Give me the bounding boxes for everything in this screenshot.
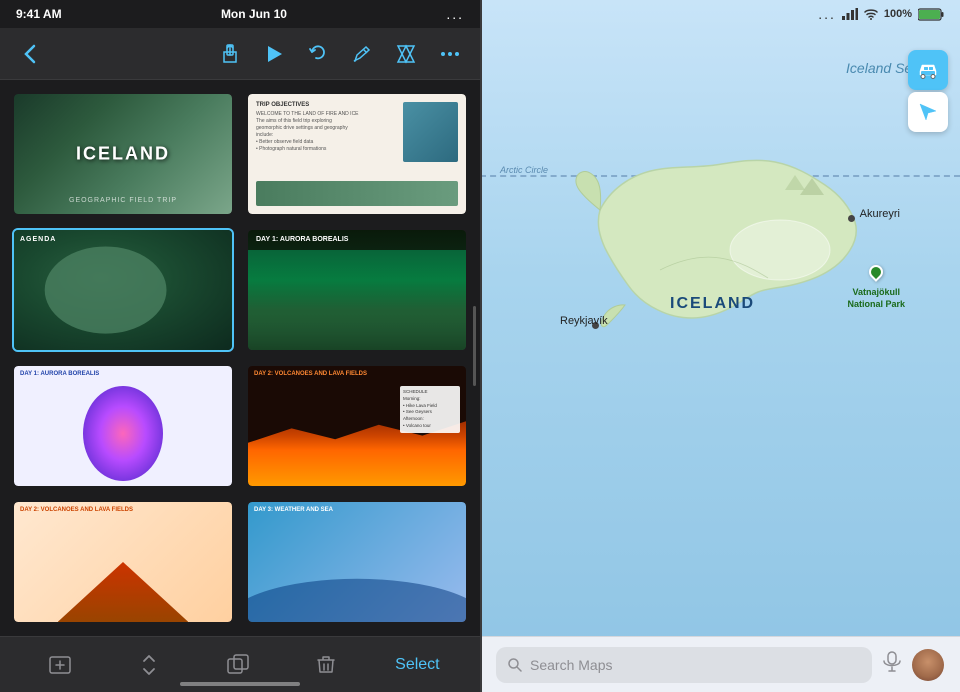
slide-3-map: AGENDA <box>14 230 232 350</box>
slide-item-1[interactable]: ICELAND GEOGRAPHIC FIELD TRIP 1 <box>12 92 234 216</box>
car-icon <box>917 61 939 79</box>
slide-8-wave <box>248 550 466 622</box>
mic-button[interactable] <box>882 651 902 679</box>
car-mode-button[interactable] <box>908 50 948 90</box>
slide-2-body: WELCOME TO THE LAND OF FIRE AND ICE The … <box>256 111 399 153</box>
signal-icon <box>842 8 858 20</box>
slide-item-2[interactable]: TRIP OBJECTIVES WELCOME TO THE LAND OF F… <box>246 92 468 216</box>
avatar-face <box>912 649 944 681</box>
slide-6-title: DAY 2: VOLCANOES AND LAVA FIELDS <box>254 371 367 377</box>
status-bar-right: ... 100% <box>480 0 960 28</box>
map-controls <box>908 50 948 132</box>
location-button[interactable] <box>908 92 948 132</box>
slide-item-4[interactable]: DAY 1: AURORA BOREALIS 4 <box>246 228 468 352</box>
back-button[interactable] <box>12 36 48 72</box>
maps-panel: ... 100% Arctic Circle Iceland Sea ICELA… <box>480 0 960 692</box>
iceland-landmass <box>540 130 900 350</box>
shapes-button[interactable] <box>388 36 424 72</box>
delete-button[interactable] <box>306 645 346 685</box>
mic-icon <box>882 651 902 673</box>
slide-item-5[interactable]: DAY 1: AURORA BOREALIS 5 <box>12 364 234 488</box>
slide-5-title: DAY 1: AURORA BOREALIS <box>20 371 99 377</box>
status-bar-left: 9:41 AM Mon Jun 10 ... <box>0 0 480 28</box>
status-dots-left: ... <box>446 6 464 22</box>
home-indicator-left <box>180 682 300 686</box>
play-button[interactable] <box>256 36 292 72</box>
vatnajokull-pin <box>866 262 886 282</box>
slide-thumb-5: DAY 1: AURORA BOREALIS <box>14 366 232 486</box>
slide-thumb-8: DAY 3: WEATHER AND SEA <box>248 502 466 622</box>
slide-item-6[interactable]: DAY 2: VOLCANOES AND LAVA FIELDS SCHEDUL… <box>246 364 468 488</box>
slide-thumb-4: DAY 1: AURORA BOREALIS <box>248 230 466 350</box>
draw-button[interactable] <box>344 36 380 72</box>
slide-2-content: TRIP OBJECTIVES WELCOME TO THE LAND OF F… <box>256 102 458 177</box>
wifi-icon <box>864 8 878 20</box>
slide-item-7[interactable]: DAY 2: VOLCANOES AND LAVA FIELDS 7 <box>12 500 234 624</box>
slide-thumb-2: TRIP OBJECTIVES WELCOME TO THE LAND OF F… <box>248 94 466 214</box>
slide-item-8[interactable]: DAY 3: WEATHER AND SEA 8 <box>246 500 468 624</box>
slide-2-title: TRIP OBJECTIVES <box>256 102 399 108</box>
battery-icon <box>918 8 944 21</box>
status-dots-right: ... <box>818 6 836 22</box>
vatnajokull-label: VatnajökullNational Park <box>847 287 905 310</box>
search-icon <box>508 658 522 672</box>
battery-level: 100% <box>884 8 912 20</box>
slide-7-title: DAY 2: VOLCANOES AND LAVA FIELDS <box>20 507 133 513</box>
slide-thumb-6: DAY 2: VOLCANOES AND LAVA FIELDS SCHEDUL… <box>248 366 466 486</box>
slide-2-bottom-img <box>256 181 458 206</box>
keynote-toolbar <box>0 28 480 80</box>
undo-button[interactable] <box>300 36 336 72</box>
keynote-panel: 9:41 AM Mon Jun 10 ... <box>0 0 480 692</box>
status-time: 9:41 AM <box>16 7 62 21</box>
slide-thumb-3: AGENDA <box>14 230 232 350</box>
reykjavik-dot <box>592 322 599 329</box>
slide-thumb-1: ICELAND GEOGRAPHIC FIELD TRIP <box>14 94 232 214</box>
slide-4-title: DAY 1: AURORA BOREALIS <box>256 236 348 243</box>
slide-3-agenda-label: AGENDA <box>20 236 56 243</box>
slides-grid: ICELAND GEOGRAPHIC FIELD TRIP 1 TRIP OBJ… <box>0 80 480 636</box>
slide-2-text: TRIP OBJECTIVES WELCOME TO THE LAND OF F… <box>256 102 399 177</box>
search-bar: Search Maps <box>480 636 960 692</box>
search-input-wrap[interactable]: Search Maps <box>496 647 872 683</box>
location-arrow-icon <box>918 102 938 122</box>
vatnajokull-marker: VatnajökullNational Park <box>847 265 905 310</box>
slide-3-overlay <box>14 230 232 350</box>
slide-thumb-7: DAY 2: VOLCANOES AND LAVA FIELDS <box>14 502 232 622</box>
add-slide-button[interactable] <box>40 645 80 685</box>
panel-divider <box>480 0 482 692</box>
slide-1-title: ICELAND <box>76 144 170 165</box>
slide-7-volcano <box>58 562 189 622</box>
rearrange-button[interactable] <box>129 645 169 685</box>
slide-item-3[interactable]: AGENDA 3 <box>12 228 234 352</box>
status-date: Mon Jun 10 <box>221 7 287 21</box>
search-placeholder: Search Maps <box>530 657 612 673</box>
slide-6-schedule: SCHEDULEMorning:• Hike Lava Field• See G… <box>400 386 460 433</box>
user-avatar[interactable] <box>912 649 944 681</box>
slide-8-title: DAY 3: WEATHER AND SEA <box>254 507 333 513</box>
slide-5-graphic <box>83 386 163 481</box>
slide-1-sub: GEOGRAPHIC FIELD TRIP <box>69 197 177 204</box>
slide-2-image <box>403 102 458 162</box>
more-button[interactable] <box>432 36 468 72</box>
duplicate-button[interactable] <box>218 645 258 685</box>
akureyri-dot <box>848 215 855 222</box>
select-button[interactable]: Select <box>395 656 439 674</box>
share-button[interactable] <box>212 36 248 72</box>
scroll-indicator <box>473 306 476 386</box>
slide-4-aurora <box>248 250 466 350</box>
